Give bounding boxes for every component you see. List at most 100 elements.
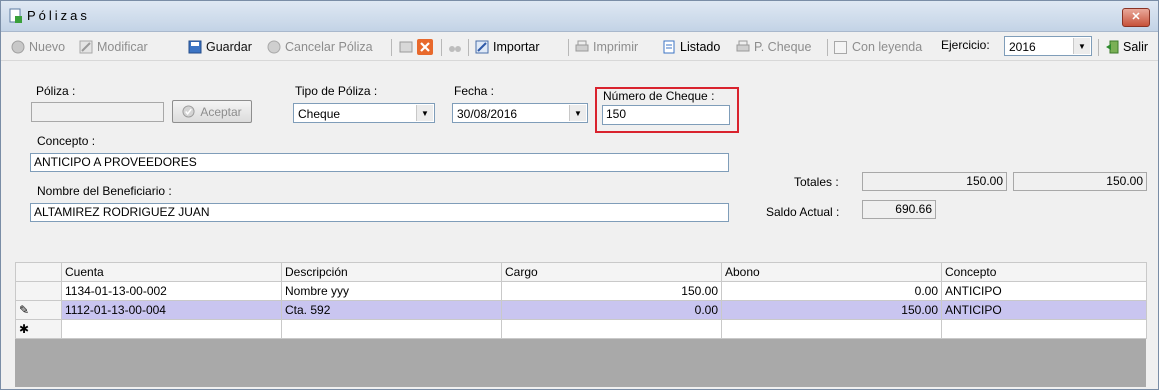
column-header-descripcion[interactable]: Descripción (281, 262, 502, 282)
p-cheque-label: P. Cheque (754, 40, 812, 54)
checkbox-box[interactable] (834, 40, 847, 54)
printer-icon (736, 40, 750, 52)
delete-icon[interactable] (417, 39, 433, 55)
numero-cheque-label: Número de Cheque : (603, 89, 715, 103)
new-row-asterisk-icon[interactable]: ✱ (15, 319, 62, 339)
guardar-label: Guardar (206, 40, 252, 54)
importar-button[interactable]: Importar (475, 38, 540, 56)
numero-cheque-input[interactable]: 150 (602, 105, 730, 125)
title-bar[interactable]: Pólizas ✕ (1, 1, 1158, 32)
edit-pencil-icon[interactable]: ✎ (15, 300, 62, 320)
ejercicio-value: 2016 (1009, 40, 1036, 54)
chevron-down-icon[interactable]: ▼ (416, 105, 433, 121)
check-circle-icon (182, 105, 195, 118)
saldo-actual-label: Saldo Actual : (766, 205, 840, 219)
edit-icon (79, 40, 93, 54)
salir-label: Salir (1123, 40, 1149, 54)
imprimir-label: Imprimir (593, 40, 639, 54)
fecha-value: 30/08/2016 (457, 107, 518, 121)
concepto-label: Concepto : (37, 134, 96, 148)
table-row-new[interactable]: ✱ (15, 319, 1147, 339)
saldo-actual-field: 690.66 (862, 200, 936, 219)
cancelar-poliza-button[interactable]: Cancelar Póliza (267, 38, 373, 56)
polizas-window: Pólizas ✕ Nuevo Modificar Guardar Cancel… (0, 0, 1159, 390)
table-row[interactable]: 1134-01-13-00-002 Nombre yyy 150.00 0.00… (15, 281, 1147, 301)
concepto-input[interactable]: ANTICIPO A PROVEEDORES (30, 153, 729, 172)
con-leyenda-label: Con leyenda (852, 40, 923, 54)
listado-label: Listado (680, 40, 721, 54)
column-header-cuenta[interactable]: Cuenta (61, 262, 282, 282)
toolbar-separator (827, 39, 828, 56)
imprimir-button[interactable]: Imprimir (575, 38, 638, 56)
binoculars-icon[interactable] (448, 40, 462, 54)
movimientos-grid: Cuenta Descripción Cargo Abono Concepto … (15, 262, 1147, 387)
tipo-poliza-value: Cheque (298, 107, 341, 121)
p-cheque-button[interactable]: P. Cheque (736, 38, 811, 56)
grid-header-row: Cuenta Descripción Cargo Abono Concepto (15, 262, 1147, 282)
grid-table: Cuenta Descripción Cargo Abono Concepto … (15, 262, 1147, 339)
importar-label: Importar (493, 40, 540, 54)
toolbar: Nuevo Modificar Guardar Cancelar Póliza … (1, 32, 1158, 61)
cell-descripcion[interactable]: Cta. 592 (281, 300, 502, 320)
aceptar-label: Aceptar (200, 104, 242, 119)
toolbar-separator (391, 39, 392, 56)
poliza-label: Póliza : (36, 84, 76, 98)
cell-cuenta[interactable] (61, 319, 282, 339)
con-leyenda-checkbox[interactable]: Con leyenda (834, 38, 922, 56)
chevron-down-icon[interactable]: ▼ (1073, 38, 1090, 54)
aceptar-button[interactable]: Aceptar (172, 100, 252, 123)
row-marker[interactable] (15, 281, 62, 301)
beneficiario-label: Nombre del Beneficiario : (37, 184, 172, 198)
cell-cuenta[interactable]: 1112-01-13-00-004 (61, 300, 282, 320)
chevron-down-icon[interactable]: ▼ (569, 105, 586, 121)
cell-cargo[interactable]: 0.00 (501, 300, 722, 320)
cell-descripcion[interactable] (281, 319, 502, 339)
tipo-poliza-label: Tipo de Póliza : (295, 84, 378, 98)
import-icon (475, 40, 489, 54)
modificar-label: Modificar (97, 40, 148, 54)
export-icon[interactable] (399, 40, 413, 54)
row-header-corner (15, 262, 62, 282)
nuevo-button[interactable]: Nuevo (11, 38, 65, 56)
column-header-cargo[interactable]: Cargo (501, 262, 722, 282)
fecha-label: Fecha : (454, 84, 495, 98)
ejercicio-label: Ejercicio: (941, 38, 990, 52)
column-header-concepto[interactable]: Concepto (941, 262, 1147, 282)
add-circle-icon (11, 40, 25, 54)
close-button[interactable]: ✕ (1122, 8, 1150, 27)
cell-concepto[interactable] (941, 319, 1147, 339)
cell-concepto[interactable]: ANTICIPO (941, 281, 1147, 301)
window-title: Pólizas (27, 8, 90, 23)
cell-abono[interactable]: 0.00 (721, 281, 942, 301)
cell-concepto[interactable]: ANTICIPO (941, 300, 1147, 320)
guardar-button[interactable]: Guardar (188, 38, 252, 56)
poliza-input[interactable] (31, 102, 164, 122)
cancelar-label: Cancelar Póliza (285, 40, 373, 54)
column-header-abono[interactable]: Abono (721, 262, 942, 282)
cell-cargo[interactable]: 150.00 (501, 281, 722, 301)
modificar-button[interactable]: Modificar (79, 38, 148, 56)
toolbar-separator (441, 39, 442, 56)
cell-abono[interactable] (721, 319, 942, 339)
cancel-icon (267, 40, 281, 54)
beneficiario-input[interactable]: ALTAMIREZ RODRIGUEZ JUAN (30, 203, 729, 222)
cell-descripcion[interactable]: Nombre yyy (281, 281, 502, 301)
cell-cuenta[interactable]: 1134-01-13-00-002 (61, 281, 282, 301)
tipo-poliza-select[interactable]: Cheque ▼ (293, 103, 435, 123)
printer-icon (575, 40, 589, 52)
toolbar-separator (468, 39, 469, 56)
fecha-select[interactable]: 30/08/2016 ▼ (452, 103, 588, 123)
cell-abono[interactable]: 150.00 (721, 300, 942, 320)
ejercicio-select[interactable]: 2016 ▼ (1004, 36, 1092, 56)
exit-door-icon (1106, 40, 1119, 54)
listado-button[interactable]: Listado (662, 38, 720, 56)
nuevo-label: Nuevo (29, 40, 66, 54)
save-icon (188, 40, 202, 54)
salir-button[interactable]: Salir (1105, 38, 1148, 56)
total-abono-field: 150.00 (1013, 172, 1147, 191)
totales-label: Totales : (794, 175, 839, 189)
table-row-selected[interactable]: ✎ 1112-01-13-00-004 Cta. 592 0.00 150.00… (15, 300, 1147, 320)
toolbar-separator (1098, 39, 1099, 56)
list-document-icon (663, 40, 675, 54)
cell-cargo[interactable] (501, 319, 722, 339)
